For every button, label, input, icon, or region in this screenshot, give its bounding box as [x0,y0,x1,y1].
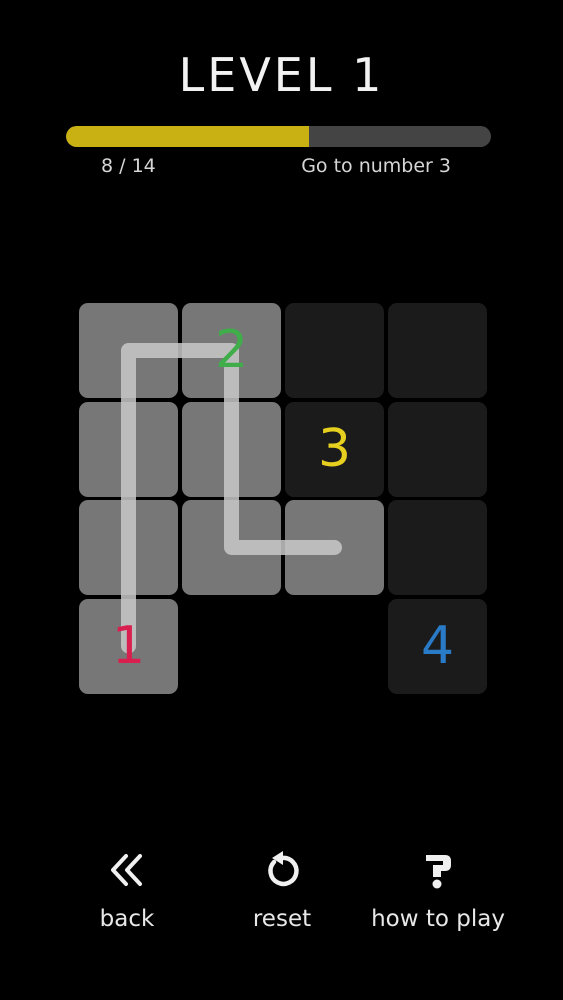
board-cell-r1-c0[interactable] [79,401,178,497]
board-cell-r2-c2[interactable] [285,500,384,595]
board-cell-r1-c3[interactable] [388,401,487,497]
board-cell-r0-c1[interactable] [182,303,281,398]
board-cell-r1-c1[interactable] [182,401,281,497]
board-cell-r2-c1[interactable] [182,500,281,595]
how-to-play-label: how to play [371,906,505,932]
board-cell-r2-c0[interactable] [79,500,178,595]
back-label: back [99,906,155,932]
reset-button[interactable]: reset [207,850,357,950]
question-mark-icon [426,855,451,889]
board-cell-r3-c3[interactable] [388,598,487,694]
reset-arrow-icon [268,851,299,887]
board-cell-r1-c2[interactable] [285,401,384,497]
how-to-play-button[interactable]: how to play [363,850,513,950]
board-cell-r3-c0[interactable] [79,598,178,694]
board-cell-r0-c0[interactable] [79,303,178,398]
reset-label: reset [252,906,312,932]
board-cell-r0-c2[interactable] [285,303,384,398]
board-cell-r0-c3[interactable] [388,303,487,398]
double-chevron-left-icon [111,854,142,886]
board-cell-r2-c3[interactable] [388,500,487,595]
back-button[interactable]: back [52,850,202,950]
